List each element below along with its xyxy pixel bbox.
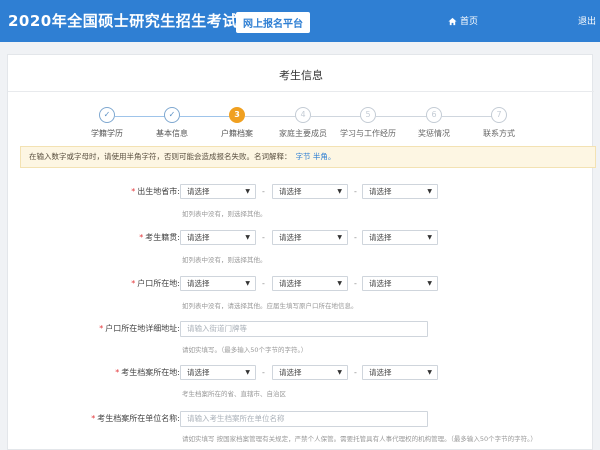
platform-badge: 网上报名平台 bbox=[236, 12, 310, 33]
select-value: 请选择 bbox=[369, 279, 392, 288]
select-value: 请选择 bbox=[279, 368, 302, 377]
field-hint: 请如实填写 按国家档案管理有关规定，严禁个人保管。需要托管具有人事代理权的机构管… bbox=[182, 435, 537, 443]
separator: - bbox=[262, 368, 265, 377]
native-city-select[interactable]: 请选择 ▼ bbox=[272, 230, 348, 245]
birthplace-city-select[interactable]: 请选择 ▼ bbox=[272, 184, 348, 199]
separator: - bbox=[262, 187, 265, 196]
main-panel: 考生信息 ✓ 学籍学历 ✓ 基本信息 3 户籍档案 4 家庭主要成员 5 学习与… bbox=[7, 54, 596, 450]
label-text: 户口所在地: bbox=[137, 279, 180, 288]
caret-down-icon: ▼ bbox=[245, 369, 250, 376]
field-hint: 如列表中没有，则选择其他。 bbox=[182, 210, 267, 218]
select-value: 请选择 bbox=[187, 279, 210, 288]
step-connector bbox=[180, 116, 230, 117]
caret-down-icon: ▼ bbox=[427, 234, 432, 241]
notice-link[interactable]: 字节 半角。 bbox=[296, 152, 336, 161]
separator: - bbox=[354, 368, 357, 377]
caret-down-icon: ▼ bbox=[245, 234, 250, 241]
field-label: * 出生地省市: bbox=[60, 184, 180, 199]
hukou-province-select[interactable]: 请选择 ▼ bbox=[180, 276, 256, 291]
brand-title: 2020年全国硕士研究生招生考试 bbox=[8, 12, 238, 30]
required-mark: * bbox=[99, 324, 104, 333]
birthplace-county-select[interactable]: 请选择 ▼ bbox=[362, 184, 438, 199]
required-mark: * bbox=[139, 233, 144, 242]
caret-down-icon: ▼ bbox=[427, 188, 432, 195]
select-value: 请选择 bbox=[279, 233, 302, 242]
separator: - bbox=[354, 187, 357, 196]
notice-banner: 在输入数字或字母时，请使用半角字符，否则可能会造成报名失败。名词解释： 字节 半角… bbox=[20, 146, 596, 168]
select-value: 请选择 bbox=[369, 368, 392, 377]
separator: - bbox=[354, 233, 357, 242]
field-hint: 如列表中没有，则选择其他。 bbox=[182, 256, 267, 264]
exit-link[interactable]: 退出 bbox=[578, 14, 596, 27]
home-icon bbox=[448, 17, 457, 26]
select-value: 请选择 bbox=[369, 187, 392, 196]
step-connector bbox=[115, 116, 165, 117]
select-value: 请选择 bbox=[369, 233, 392, 242]
archive-province-select[interactable]: 请选择 ▼ bbox=[180, 365, 256, 380]
select-value: 请选择 bbox=[187, 187, 210, 196]
separator: - bbox=[262, 233, 265, 242]
caret-down-icon: ▼ bbox=[337, 369, 342, 376]
caret-down-icon: ▼ bbox=[245, 280, 250, 287]
step-check-icon: ✓ bbox=[164, 107, 180, 123]
native-county-select[interactable]: 请选择 ▼ bbox=[362, 230, 438, 245]
title-divider bbox=[8, 91, 594, 92]
field-label: * 考生档案所在地: bbox=[60, 365, 180, 380]
required-mark: * bbox=[91, 414, 96, 423]
step-connector bbox=[376, 116, 427, 117]
step-connector bbox=[245, 116, 296, 117]
caret-down-icon: ▼ bbox=[245, 188, 250, 195]
separator: - bbox=[354, 279, 357, 288]
select-value: 请选择 bbox=[187, 233, 210, 242]
archive-county-select[interactable]: 请选择 ▼ bbox=[362, 365, 438, 380]
caret-down-icon: ▼ bbox=[337, 280, 342, 287]
top-bar: 2020年全国硕士研究生招生考试 网上报名平台 首页 退出 bbox=[0, 0, 600, 42]
step-connector bbox=[442, 116, 493, 117]
step-number: 7 bbox=[491, 107, 507, 123]
step-number: 4 bbox=[295, 107, 311, 123]
select-value: 请选择 bbox=[279, 187, 302, 196]
caret-down-icon: ▼ bbox=[427, 369, 432, 376]
required-mark: * bbox=[131, 187, 136, 196]
step-number: 5 bbox=[360, 107, 376, 123]
hukou-city-select[interactable]: 请选择 ▼ bbox=[272, 276, 348, 291]
archive-city-select[interactable]: 请选择 ▼ bbox=[272, 365, 348, 380]
select-value: 请选择 bbox=[187, 368, 210, 377]
step-label: 联系方式 bbox=[483, 129, 515, 138]
required-mark: * bbox=[115, 368, 120, 377]
select-value: 请选择 bbox=[279, 279, 302, 288]
hukou-address-input[interactable]: 请输入街道门牌等 bbox=[180, 321, 428, 337]
birthplace-province-select[interactable]: 请选择 ▼ bbox=[180, 184, 256, 199]
hukou-county-select[interactable]: 请选择 ▼ bbox=[362, 276, 438, 291]
home-label: 首页 bbox=[460, 17, 479, 27]
archive-unit-input[interactable]: 请输入考生档案所在单位名称 bbox=[180, 411, 428, 427]
caret-down-icon: ▼ bbox=[337, 188, 342, 195]
field-label: * 户口所在地详细地址: bbox=[60, 321, 180, 336]
step-connector bbox=[311, 116, 361, 117]
caret-down-icon: ▼ bbox=[337, 234, 342, 241]
step-check-icon: ✓ bbox=[99, 107, 115, 123]
separator: - bbox=[262, 279, 265, 288]
field-label: * 考生籍贯: bbox=[60, 230, 180, 245]
label-text: 户口所在地详细地址: bbox=[105, 324, 180, 333]
field-hint: 请如实填写。（最多输入50个字节的字符。） bbox=[182, 346, 308, 354]
native-province-select[interactable]: 请选择 ▼ bbox=[180, 230, 256, 245]
field-label: * 户口所在地: bbox=[60, 276, 180, 291]
label-text: 考生档案所在单位名称: bbox=[97, 414, 180, 423]
label-text: 出生地省市: bbox=[137, 187, 180, 196]
label-text: 考生籍贯: bbox=[145, 233, 180, 242]
home-link[interactable]: 首页 bbox=[448, 14, 478, 27]
field-hint: 考生档案所在的省、直辖市、自治区 bbox=[182, 390, 286, 398]
page-title: 考生信息 bbox=[279, 69, 323, 82]
label-text: 考生档案所在地: bbox=[121, 368, 180, 377]
field-hint: 如列表中没有，请选择其他。应届生填写原户口所在地信息。 bbox=[182, 302, 358, 310]
field-label: * 考生档案所在单位名称: bbox=[60, 411, 180, 426]
notice-text: 在输入数字或字母时，请使用半角字符，否则可能会造成报名失败。名词解释： bbox=[29, 152, 292, 161]
caret-down-icon: ▼ bbox=[427, 280, 432, 287]
step-number: 6 bbox=[426, 107, 442, 123]
step-number: 3 bbox=[229, 107, 245, 123]
required-mark: * bbox=[131, 279, 136, 288]
